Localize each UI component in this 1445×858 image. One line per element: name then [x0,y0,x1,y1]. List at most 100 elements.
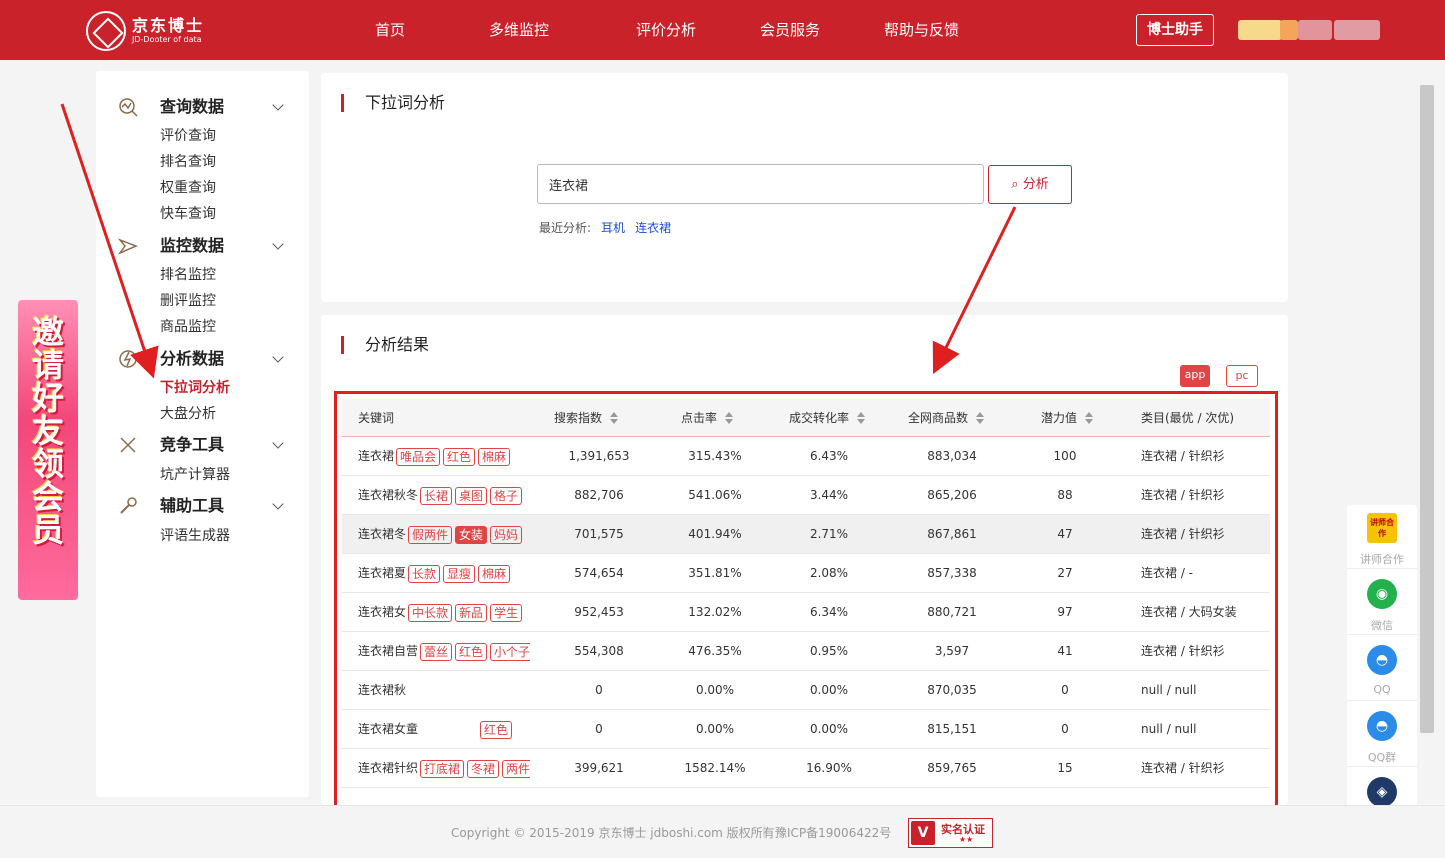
keyword-tag[interactable]: 显瘦 [443,564,476,583]
col-goods[interactable]: 全网商品数 [908,399,985,437]
keyword-tag[interactable]: 红色 [480,720,513,739]
sidebar-section-compete[interactable]: 竞争工具 [116,433,296,457]
table-row[interactable]: 连衣裙女 中长款 新品 学生 952,453 132.02% 6.34% 880,721 97 连… [342,593,1270,632]
table-row[interactable]: 连衣裙针织打底裙冬裙两件套 399,621 1582.14% 16.90% 859,76… [342,749,1270,788]
col-cvr[interactable]: 成交转化率 [789,399,866,437]
keyword-text: 连衣裙夏 [358,566,407,580]
footer-icp[interactable]: 豫ICP备19006422号 [775,824,891,841]
chevron-down-icon [272,498,284,510]
swords-icon [120,437,136,453]
verified-badge[interactable]: V 实名认证 ★★ [908,818,993,848]
category-cell: 连衣裙 / 针织衫 [1141,761,1225,775]
recent-analysis: 最近分析: 耳机 连衣裙 [539,219,671,236]
nav-home[interactable]: 首页 [375,20,405,40]
nav-member-service[interactable]: 会员服务 [760,20,820,40]
keyword-tag[interactable]: 长款 [408,564,441,583]
helper-button[interactable]: 博士助手 [1136,14,1214,46]
keyword-tag[interactable]: 棉麻 [478,564,511,583]
table-row[interactable]: 连衣裙自营 蕾丝 红色 小个子 554,308 476.35% 0.95% 3,597 41 连衣… [342,632,1270,671]
recent-item[interactable]: 连衣裙 [635,221,671,235]
chart-search-icon [119,98,138,117]
keyword-tag[interactable]: 新品 [455,603,488,622]
logo[interactable]: 京东博士 JD-Dooter of data [86,11,204,51]
float-item-qq[interactable]: ◓ QQ [1347,637,1417,701]
analyze-button[interactable]: ⌕ 分析 [988,165,1072,204]
keyword-tag[interactable]: 假两件 [408,525,453,544]
col-ctr[interactable]: 点击率 [681,399,734,437]
keyword-tag[interactable]: 两件套 [502,759,530,778]
table-row[interactable]: 连衣裙夏 长款 显瘦 棉麻 574,654 351.81% 2.08% 857,338 27 连衣… [342,554,1270,593]
sidebar-item-rank-query[interactable]: 排名查询 [160,153,216,171]
nav-help-feedback[interactable]: 帮助与反馈 [884,20,959,40]
sidebar-section-tools[interactable]: 辅助工具 [116,494,296,518]
keyword-tag[interactable]: 女装 [455,525,488,544]
logo-title: 京东博士 [132,16,205,35]
keyword-tag[interactable]: 格子 [490,486,523,505]
wrench-icon [120,497,137,514]
keyword-tag[interactable]: 打底裙 [420,759,465,778]
goods-count-cell: 815,151 [927,722,977,736]
sidebar-item-delete-review-monitor[interactable]: 删评监控 [160,292,216,310]
sidebar-section-monitor[interactable]: 监控数据 [116,234,296,258]
keyword-tag[interactable]: 妈妈 [490,525,523,544]
ctr-cell: 1582.14% [684,761,746,775]
sidebar-item-sales-calculator[interactable]: 坑产计算器 [160,466,230,484]
sidebar-item-market-analysis[interactable]: 大盘分析 [160,405,216,423]
category-cell: 连衣裙 / 针织衫 [1141,644,1225,658]
float-item-lecturer[interactable]: 讲师合作 讲师合作 [1347,505,1417,569]
recent-item[interactable]: 耳机 [601,221,625,235]
table-row[interactable]: 连衣裙冬 假两件 女装 妈妈 701,575 401.94% 2.71% 867,861 47 连… [342,515,1270,554]
invite-friends-banner[interactable]: 邀请好友领会员 [18,300,78,600]
ctr-cell: 401.94% [688,527,742,541]
sidebar-item-dropdown-word-analysis[interactable]: 下拉词分析 [160,379,230,397]
float-item-qq-group[interactable]: ◓ QQ群 [1347,703,1417,767]
sidebar-section-analysis[interactable]: 分析数据 [116,347,296,371]
keyword-tag[interactable]: 唯品会 [396,447,441,466]
sidebar-item-weight-query[interactable]: 权重查询 [160,179,216,197]
search-index-cell: 554,308 [574,644,624,658]
sidebar-item-express-query[interactable]: 快车查询 [160,205,216,223]
keyword-tag[interactable]: 桌图 [455,486,488,505]
user-info-blurred[interactable] [1238,20,1382,40]
table-row[interactable]: 连衣裙秋冬 长裙 桌图 格子 882,706 541.06% 3.44% 865,206 88 连… [342,476,1270,515]
potential-cell: 0 [1061,683,1069,697]
keyword-tag[interactable]: 蕾丝 [420,642,453,661]
toggle-app[interactable]: app [1180,365,1210,387]
col-potential[interactable]: 潜力值 [1041,399,1094,437]
keyword-tag[interactable]: 学生 [490,603,523,622]
keyword-tag[interactable]: 小个子 [490,642,530,661]
table-row[interactable]: 连衣裙秋 0 0.00% 0.00% 870,035 0 null / null [342,671,1270,710]
sidebar-section-query[interactable]: 查询数据 [116,95,296,119]
float-label: QQ群 [1367,751,1397,764]
sidebar-item-product-monitor[interactable]: 商品监控 [160,318,216,336]
keyword-tag[interactable]: 长裙 [420,486,453,505]
keyword-cell: 连衣裙女 中长款 新品 学生 [358,593,530,632]
keyword-tag[interactable]: 冬裙 [467,759,500,778]
table-row[interactable]: 连衣裙女童 红色 0 0.00% 0.00% 815,151 0 null / null [342,710,1270,749]
keyword-cell: 连衣裙自营 蕾丝 红色 小个子 [358,632,530,671]
sidebar-item-rank-monitor[interactable]: 排名监控 [160,266,216,284]
col-search-index[interactable]: 搜索指数 [554,399,619,437]
keyword-tag[interactable]: 中长款 [408,603,453,622]
keyword-search-input[interactable] [537,164,984,204]
sidebar-item-comment-generator[interactable]: 评语生成器 [160,527,230,545]
table-body: 连衣裙 唯品会 红色 棉麻 1,391,653 315.43% 6.43% 883,034 10… [342,437,1270,788]
nav-multi-monitor[interactable]: 多维监控 [489,20,549,40]
table-row[interactable]: 连衣裙 唯品会 红色 棉麻 1,391,653 315.43% 6.43% 883,034 10… [342,437,1270,476]
keyword-tag[interactable]: 红色 [455,642,488,661]
nav-review-analysis[interactable]: 评价分析 [636,20,696,40]
sort-icon [610,412,619,424]
potential-cell: 15 [1057,761,1073,775]
recent-label: 最近分析: [539,221,592,235]
float-item-wechat[interactable]: ◉ 微信 [1347,571,1417,635]
sidebar-item-review-query[interactable]: 评价查询 [160,127,216,145]
sidebar-section-title: 分析数据 [160,349,225,368]
keyword-tag[interactable]: 棉麻 [478,447,511,466]
logo-subtitle: JD-Dooter of data [132,35,202,44]
keyword-tag[interactable]: 红色 [443,447,476,466]
page-scrollbar[interactable] [1420,85,1434,733]
ctr-cell: 476.35% [688,644,742,658]
chevron-down-icon [272,238,284,250]
toggle-pc[interactable]: pc [1226,365,1258,387]
cvr-cell: 6.34% [809,605,849,619]
